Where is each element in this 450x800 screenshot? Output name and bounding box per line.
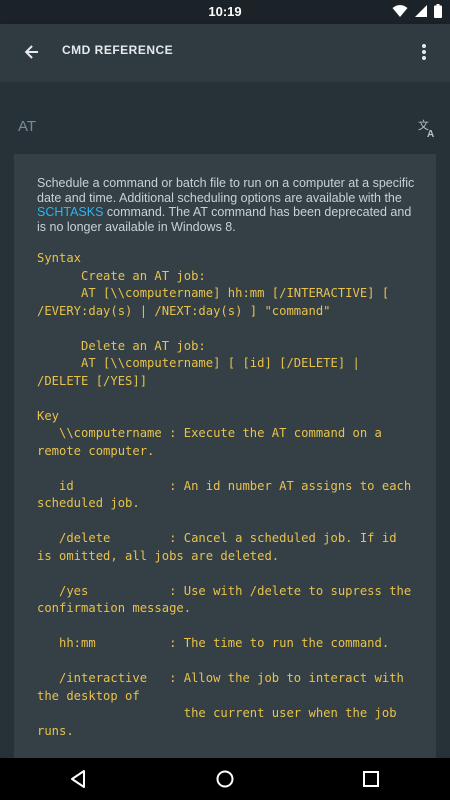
back-button[interactable] (18, 38, 46, 66)
nav-home-icon (216, 770, 234, 788)
arrow-back-icon (24, 45, 38, 59)
description-text: Schedule a command or batch file to run … (37, 176, 415, 205)
battery-icon (434, 4, 442, 18)
schtasks-link[interactable]: SCHTASKS (37, 205, 103, 219)
wifi-icon (392, 5, 408, 17)
nav-recents-button[interactable] (360, 768, 382, 790)
content-area[interactable]: AT 文 A Schedule a command or batch file … (0, 82, 450, 758)
translate-icon: 文 A (418, 118, 434, 140)
overflow-menu-button[interactable] (414, 38, 434, 66)
more-vert-icon (422, 44, 426, 60)
nav-back-button[interactable] (68, 768, 90, 790)
svg-text:A: A (427, 129, 434, 138)
nav-home-button[interactable] (214, 768, 236, 790)
status-icons (392, 4, 442, 18)
navigation-bar (0, 758, 450, 800)
status-time: 10:19 (208, 4, 242, 19)
page-title: CMD REFERENCE (62, 43, 174, 57)
command-detail-card: Schedule a command or batch file to run … (14, 154, 436, 758)
command-name: AT (18, 118, 37, 135)
nav-back-icon (71, 770, 85, 788)
nav-recents-icon (363, 771, 379, 787)
signal-icon (415, 5, 427, 17)
translate-button[interactable]: 文 A (418, 118, 438, 140)
status-bar: 10:19 (0, 0, 450, 24)
app-bar: CMD REFERENCE (0, 24, 450, 82)
syntax-block: Syntax Create an AT job: AT [\\computern… (37, 251, 412, 738)
command-description: Schedule a command or batch file to run … (37, 176, 417, 234)
